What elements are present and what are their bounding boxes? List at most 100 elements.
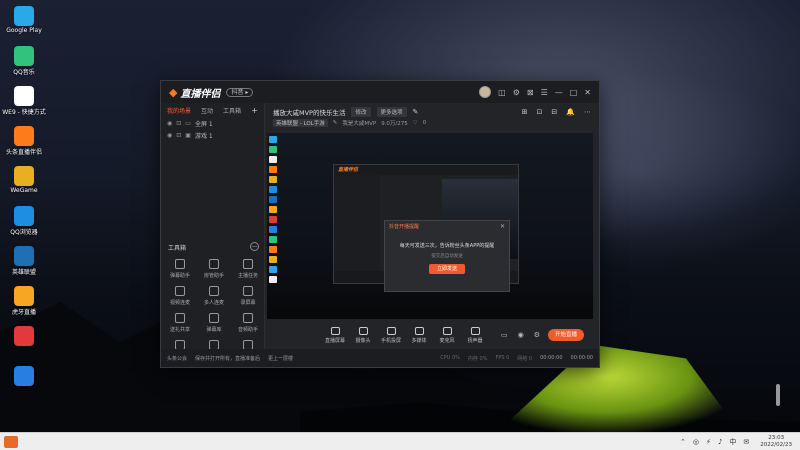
net-stat: 网络 0: [517, 355, 533, 362]
desktop-icon-label: WeGame: [10, 187, 38, 194]
gift-icon: [175, 313, 185, 323]
ime-icon[interactable]: 中: [729, 437, 736, 447]
send-now-button[interactable]: 立即发送: [429, 264, 465, 274]
lock-icon[interactable]: ⊡: [176, 132, 181, 139]
rect-icon[interactable]: ▭: [501, 331, 508, 339]
desktop-icon[interactable]: 虎牙直播: [0, 286, 48, 322]
desktop-icon[interactable]: WeGame: [0, 166, 48, 202]
google-play-icon: [14, 6, 34, 26]
tab-my-scenes[interactable]: 我的场景: [167, 106, 191, 115]
tool-label: 音频助手: [237, 327, 258, 333]
tool-label: 弹幕助手: [169, 273, 190, 279]
desktop-icon[interactable]: [0, 326, 48, 362]
platform-switch-button[interactable]: 抖音 ▸: [226, 87, 254, 97]
guild-link[interactable]: 头条公会: [167, 355, 187, 362]
settings-icon[interactable]: ⚙: [534, 331, 540, 339]
tool-download[interactable]: 录屏幕: [231, 286, 265, 312]
tool-video[interactable]: 视频连麦: [163, 286, 197, 312]
fan-count: 9.0万/275: [381, 121, 408, 127]
pencil-icon[interactable]: ✎: [413, 108, 419, 116]
desktop-icon[interactable]: QQ音乐: [0, 46, 48, 82]
desktop-icon-label: Google Play: [6, 27, 42, 34]
source-controls: 直播屏幕 摄像头 手机投屏 多媒体 麦克风 扬声器: [321, 326, 489, 344]
tool-label: 主播任务: [237, 273, 258, 279]
volume-icon[interactable]: ♪: [718, 438, 722, 446]
desktop-icon[interactable]: 头条直播伴侣: [0, 126, 48, 162]
avatar[interactable]: [479, 86, 492, 98]
huya-live-icon: [14, 286, 34, 306]
tip-text: 保存并打开所有，直播准备后: [195, 355, 261, 362]
tool-label: 弹幕库: [206, 327, 222, 333]
tray-expand-icon[interactable]: ⌃: [680, 438, 686, 446]
minimize-button[interactable]: —: [555, 88, 563, 97]
message-icon[interactable]: ✉: [743, 438, 749, 446]
tool-label: 录屏幕: [240, 300, 256, 306]
more-options-button[interactable]: 更多选项: [376, 106, 407, 117]
desktop-icon[interactable]: [0, 366, 48, 402]
camera-icon: [358, 326, 368, 335]
edit-title-button[interactable]: 修改: [351, 106, 371, 117]
pencil-icon[interactable]: ✎: [333, 120, 338, 126]
tab-toolbox[interactable]: 工具箱: [223, 106, 241, 115]
close-button[interactable]: ✕: [584, 88, 591, 97]
stream-preview[interactable]: 直播伴侣 抖音开播提醒 ✕ 每天可发送三次，告诉粉丝头条APP的提醒 提交后自动…: [267, 133, 593, 319]
desktop-icon[interactable]: QQ浏览器: [0, 206, 48, 242]
scene-item[interactable]: ◉ ⊡ ▭ 全屏 1: [161, 117, 264, 129]
control-media[interactable]: 多媒体: [405, 326, 433, 344]
stream-title[interactable]: 播放大咸MVP的快乐生活: [273, 107, 345, 117]
control-speaker[interactable]: 扬声器: [461, 326, 489, 344]
desktop-icon[interactable]: 英雄联盟: [0, 246, 48, 282]
control-camera[interactable]: 摄像头: [349, 326, 377, 344]
vertical-scrollbar[interactable]: [776, 384, 780, 406]
room-name: 我是大咸MVP: [342, 121, 377, 127]
desktop-icon[interactable]: Google Play: [0, 6, 48, 42]
tab-interaction[interactable]: 互动: [201, 106, 213, 115]
start-app-icon[interactable]: [4, 435, 18, 448]
tool-gift[interactable]: 送礼共享: [163, 313, 197, 339]
tool-fan[interactable]: 多人连麦: [197, 286, 231, 312]
desktop-icon-label: 头条直播伴侣: [5, 149, 42, 156]
add-scene-button[interactable]: +: [251, 106, 258, 115]
tray-app-icon[interactable]: ◎: [693, 438, 699, 446]
category-tag[interactable]: 英雄联盟 - LOL手游: [273, 119, 328, 127]
tool-camera[interactable]: 弹幕库: [197, 313, 231, 339]
tool-shield[interactable]: 主播任务: [231, 259, 265, 285]
toolbox-collapse-button[interactable]: —: [250, 242, 259, 251]
status-bar: 头条公会 保存并打开所有，直播准备后 更上一层楼 CPU 0% 内存 0% FP…: [161, 349, 599, 367]
notify-dialog: 抖音开播提醒 ✕ 每天可发送三次，告诉粉丝头条APP的提醒 提交后自动发送 立即…: [384, 220, 510, 292]
eye-icon[interactable]: ◉: [167, 132, 172, 139]
video-icon: [175, 286, 185, 296]
lock-icon[interactable]: ⊡: [537, 108, 543, 116]
desktop-icons: Google Play QQ音乐 WE9 - 快捷方式 头条直播伴侣 WeGame QQ浏…: [0, 0, 48, 432]
feedback-icon[interactable]: ⊠: [527, 88, 534, 97]
logo-icon: ◆: [169, 85, 178, 99]
control-mic[interactable]: 麦克风: [433, 326, 461, 344]
record-toggle-icon[interactable]: ◉: [518, 331, 524, 339]
control-screen[interactable]: 直播屏幕: [321, 326, 349, 344]
record-icon[interactable]: ⊟: [551, 108, 557, 116]
maximize-button[interactable]: □: [570, 88, 578, 97]
scene-item[interactable]: ◉ ⊡ ▣ 游戏 1: [161, 129, 264, 141]
lock-icon[interactable]: ⊡: [176, 120, 181, 127]
skin-icon[interactable]: ◫: [498, 88, 506, 97]
tool-lottery[interactable]: 弹幕助手: [163, 259, 197, 285]
share-icon[interactable]: ⋯: [584, 108, 591, 116]
desktop-icon[interactable]: WE9 - 快捷方式: [0, 86, 48, 122]
bell-icon[interactable]: 🔔: [566, 108, 575, 116]
tool-music[interactable]: 音频助手: [231, 313, 265, 339]
wegame-ticket-icon: [14, 86, 34, 106]
menu-icon[interactable]: ☰: [541, 88, 548, 97]
tool-user[interactable]: 房管助手: [197, 259, 231, 285]
settings-icon[interactable]: ⚙: [513, 88, 520, 97]
go-live-button[interactable]: 开始直播: [548, 329, 585, 341]
clock[interactable]: 23:03 2022/02/23: [760, 435, 792, 449]
dialog-close-icon[interactable]: ✕: [500, 223, 505, 230]
power-icon[interactable]: ⚡: [706, 438, 711, 446]
like-count: 0: [422, 120, 427, 126]
tip-link[interactable]: 更上一层楼: [268, 355, 293, 362]
mem-stat: 内存 0%: [467, 355, 488, 362]
desktop-icon-label: WE9 - 快捷方式: [2, 109, 46, 116]
eye-icon[interactable]: ◉: [167, 120, 172, 127]
layout-icon[interactable]: ⊞: [522, 108, 528, 116]
control-phone[interactable]: 手机投屏: [377, 326, 405, 344]
